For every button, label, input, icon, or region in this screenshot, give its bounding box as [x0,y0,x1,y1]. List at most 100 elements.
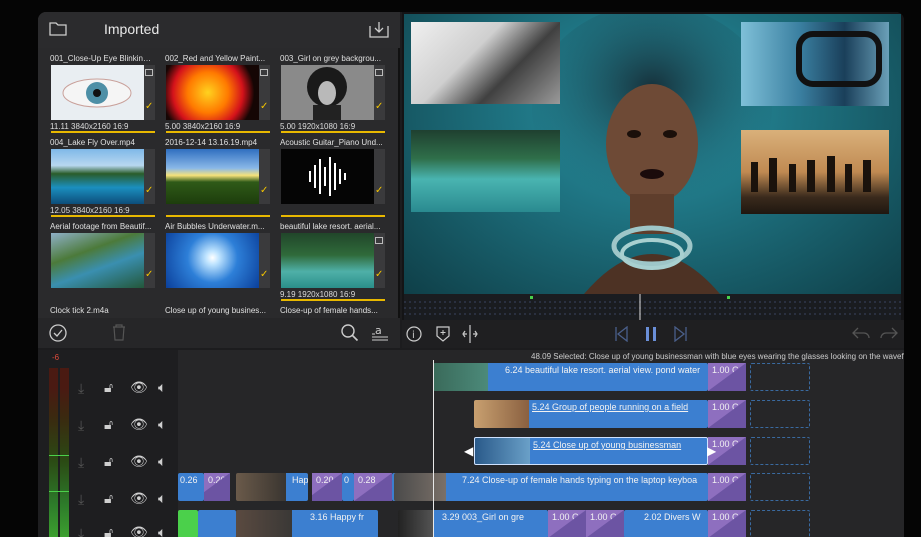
lock-icon[interactable]: 🔓︎ [104,525,113,537]
sort-icon[interactable]: a [370,323,390,343]
thumb-lake [51,149,144,204]
clip-group-running[interactable]: 5.24 Group of people running on a field [474,400,708,428]
download-icon[interactable]: ⤓ [78,492,84,506]
trim-handle-left-icon[interactable]: ◀ [464,444,473,458]
eye-icon[interactable]: 👁︎ [130,417,148,431]
lock-icon[interactable]: 🔓︎ [104,417,113,431]
clip-lake-resort[interactable]: 6.24 beautiful lake resort. aerial view.… [433,363,708,391]
media-name: Close up of young busines... [165,306,266,315]
media-browser: Imported 001_Close-Up Eye Blinking... ✓ … [38,12,400,348]
media-name: Air Bubbles Underwater.m... [165,222,265,231]
clip-happy-friends[interactable]: 3.16 Happy fr [236,510,378,537]
eye-icon[interactable]: 👁︎ [130,491,148,505]
clip-female-hands[interactable]: 7.24 Close-up of female hands typing on … [394,473,708,501]
media-tile[interactable]: Aerial footage from Beautif... ✓ [48,220,156,304]
thumb-bubbles [166,233,259,288]
lock-icon[interactable]: 🔓︎ [104,454,113,468]
empty-slot[interactable] [750,473,810,501]
speaker-icon[interactable]: 🔈︎ [158,525,166,537]
media-tile[interactable]: 004_Lake Fly Over.mp4 ✓ 12.05 3840x2160 … [48,136,156,220]
download-icon[interactable]: ⤓ [78,455,84,469]
audio-clip[interactable] [178,510,198,537]
timeline-tracks[interactable]: 48.09 Selected: Close up of young busine… [178,350,904,537]
download-icon[interactable]: ⤓ [78,526,84,537]
transition[interactable]: 0.20 [312,473,342,501]
transition[interactable]: 1.00 C [708,400,746,428]
clip-girl-grey[interactable]: 3.29 003_Girl on gre [398,510,548,537]
clip[interactable]: Hap [236,473,308,501]
empty-slot[interactable] [750,437,810,465]
clip[interactable] [198,510,236,537]
speaker-icon[interactable]: 🔈︎ [158,417,166,431]
trim-handle-right-icon[interactable]: ▶ [707,444,716,458]
eye-icon[interactable]: 👁︎ [130,380,148,394]
selection-info: 48.09 Selected: Close up of young busine… [531,352,904,361]
clip[interactable]: 0 [342,473,354,501]
media-name: Aerial footage from Beautif... [50,222,152,231]
transition[interactable]: 1.00 C [708,510,746,537]
split-icon[interactable] [462,325,478,343]
media-meta: 5.00 1920x1080 16:9 [280,122,356,131]
media-tile[interactable]: 002_Red and Yellow Paint... ✓ 5.00 3840x… [163,52,271,136]
folder-icon[interactable] [49,21,67,36]
select-check-icon[interactable] [49,324,67,342]
checkmark-icon: ✓ [260,101,269,112]
info-icon[interactable]: i [406,326,422,342]
download-icon[interactable]: ⤓ [78,381,84,395]
browser-header: Imported [38,12,400,48]
empty-slot[interactable] [750,400,810,428]
clip-divers[interactable]: 2.02 Divers W [624,510,708,537]
transition[interactable]: 0.28 [354,473,392,501]
checkmark-icon: ✓ [375,269,384,280]
media-name: 002_Red and Yellow Paint... [165,54,266,63]
redo-icon[interactable] [880,326,898,340]
overlay-people[interactable] [741,130,889,214]
speaker-icon[interactable]: 🔈︎ [158,454,166,468]
transition[interactable]: 1.00 C [548,510,586,537]
track-controls: ⤓ 🔓︎ 👁︎ 🔈︎ [78,447,178,477]
media-tile[interactable]: 001_Close-Up Eye Blinking... ✓ 11.11 384… [48,52,156,136]
checkmark-icon: ✓ [145,269,154,280]
clip-businessman-selected[interactable]: 5.24 Close up of young businessman [474,437,708,465]
transition[interactable]: 1.00 C [708,363,746,391]
checkmark-icon: ✓ [260,185,269,196]
media-tile[interactable]: 2016-12-14 13.16.19.mp4 ✓ [163,136,271,220]
clip[interactable]: 0.26 [178,473,204,501]
media-name: 2016-12-14 13.16.19.mp4 [165,138,258,147]
lock-icon[interactable]: 🔓︎ [104,380,113,394]
media-tile[interactable]: beautiful lake resort. aerial... ✓ 9.19 … [278,220,386,304]
media-tile[interactable]: 003_Girl on grey backgrou... ✓ 5.00 1920… [278,52,386,136]
transition[interactable]: 1.00 C [708,473,746,501]
empty-slot[interactable] [750,363,810,391]
thumb-girl [281,65,374,120]
overlay-laptop[interactable] [411,22,560,104]
media-tile[interactable]: Acoustic Guitar_Piano Und... ✓ [278,136,386,220]
audio-meter-right [60,368,69,537]
audio-waveform-strip[interactable] [404,294,901,320]
transition[interactable]: 1.00 C [586,510,624,537]
pause-icon[interactable] [644,326,658,342]
skip-forward-icon[interactable] [674,326,688,342]
skip-back-icon[interactable] [614,326,628,342]
playhead[interactable] [433,360,434,537]
empty-slot[interactable] [750,510,810,537]
eye-icon[interactable]: 👁︎ [130,454,148,468]
overlay-lake[interactable] [411,130,560,212]
video-editor-app: Imported 001_Close-Up Eye Blinking... ✓ … [38,12,904,537]
transition[interactable]: 0.20 [204,473,230,501]
marker-icon[interactable] [436,326,450,342]
speaker-icon[interactable]: 🔈︎ [158,380,166,394]
search-icon[interactable] [340,323,360,343]
eye-icon[interactable]: 👁︎ [130,525,148,537]
speaker-icon[interactable]: 🔈︎ [158,491,166,505]
media-tile[interactable]: Air Bubbles Underwater.m... ✓ [163,220,271,304]
undo-icon[interactable] [852,326,870,340]
preview-canvas[interactable] [404,14,901,294]
browser-toolbar: a [38,318,400,348]
overlay-glasses[interactable] [741,22,889,106]
audio-meter-left [49,368,58,537]
trash-icon[interactable] [112,324,126,341]
download-icon[interactable]: ⤓ [78,418,84,432]
import-icon[interactable] [368,20,390,39]
lock-icon[interactable]: 🔓︎ [104,491,113,505]
